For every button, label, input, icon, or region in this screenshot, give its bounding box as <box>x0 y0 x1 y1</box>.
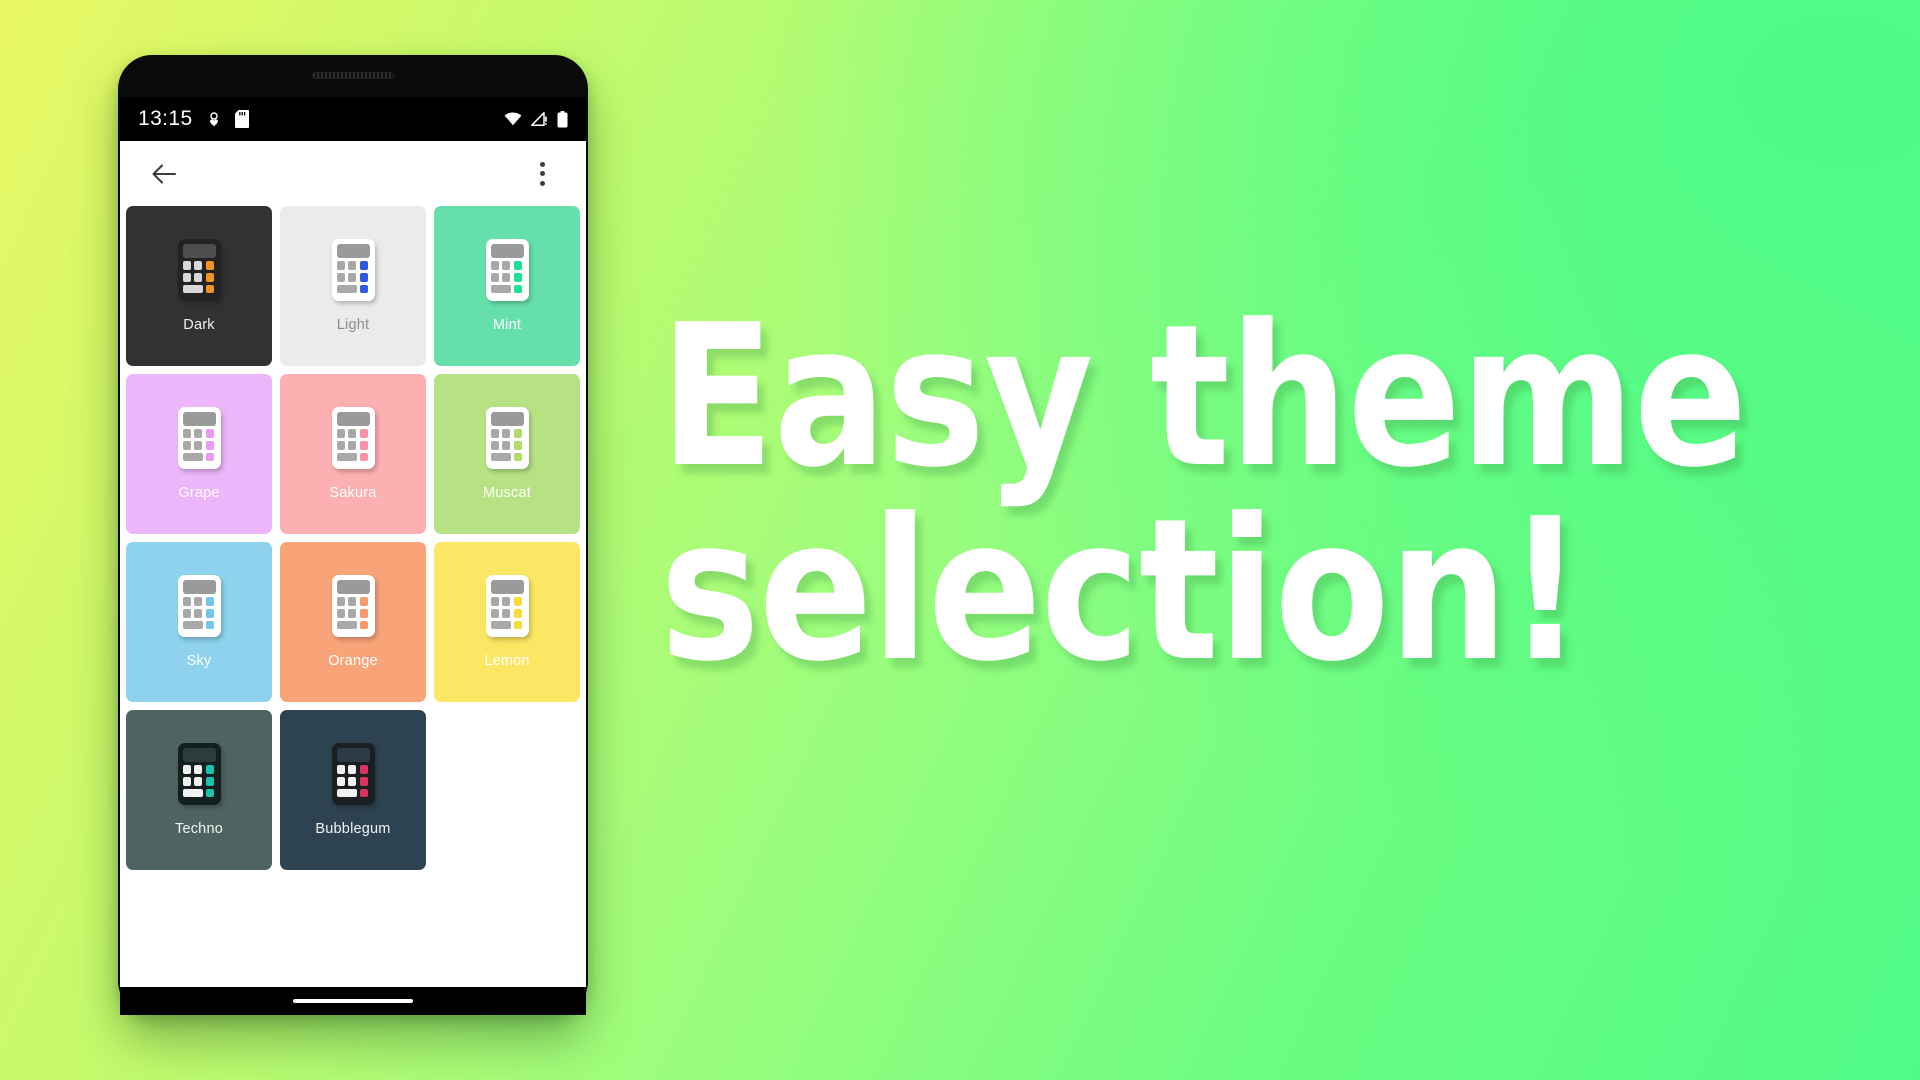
battery-full-icon <box>557 110 568 127</box>
theme-tile-sky[interactable]: Sky <box>126 542 272 702</box>
phone-screen: 13:15 Dark Light Mint Grape Sakura Musca… <box>120 97 586 987</box>
sd-card-icon <box>234 110 249 128</box>
theme-tile-dark[interactable]: Dark <box>126 206 272 366</box>
arrow-left-icon <box>152 163 177 184</box>
theme-tile-techno[interactable]: Techno <box>126 710 272 870</box>
calculator-icon <box>177 407 221 469</box>
theme-tile-label: Lemon <box>484 653 530 669</box>
calculator-icon <box>485 575 529 637</box>
calculator-icon <box>177 575 221 637</box>
status-time: 13:15 <box>138 107 193 130</box>
calculator-icon <box>331 239 375 301</box>
theme-tile-lemon[interactable]: Lemon <box>434 542 580 702</box>
theme-tile-label: Sky <box>186 653 212 669</box>
overflow-menu-button[interactable] <box>522 154 562 194</box>
headline-text: Easy theme selection! <box>660 283 1747 706</box>
calculator-icon <box>331 575 375 637</box>
theme-tile-label: Sakura <box>329 485 377 501</box>
status-bar: 13:15 <box>120 97 586 141</box>
theme-tile-label: Mint <box>492 317 522 333</box>
phone-speaker-grille <box>312 72 394 79</box>
status-bar-left: 13:15 <box>138 107 249 131</box>
heart-circle-icon <box>209 112 218 127</box>
theme-tile-orange[interactable]: Orange <box>280 542 426 702</box>
cellular-signal-alert-icon <box>531 112 547 126</box>
theme-tile-mint[interactable]: Mint <box>434 206 580 366</box>
more-vertical-icon <box>539 180 545 186</box>
theme-tile-label: Orange <box>328 653 378 669</box>
calculator-icon <box>485 239 529 301</box>
theme-tile-bubblegum[interactable]: Bubblegum <box>280 710 426 870</box>
more-vertical-icon <box>539 161 545 167</box>
phone-mockup: 13:15 Dark Light Mint Grape Sakura Musca… <box>118 55 588 1015</box>
theme-tile-label: Muscat <box>483 485 531 501</box>
calculator-icon <box>331 407 375 469</box>
calculator-icon <box>485 407 529 469</box>
status-bar-right <box>504 110 568 128</box>
theme-grid: Dark Light Mint Grape Sakura Muscat Sky Orange L… <box>120 206 586 987</box>
theme-tile-light[interactable]: Light <box>280 206 426 366</box>
theme-tile-label: Bubblegum <box>315 821 391 837</box>
theme-tile-grape[interactable]: Grape <box>126 374 272 534</box>
theme-tile-label: Light <box>336 317 370 333</box>
theme-tile-label: Grape <box>178 485 220 501</box>
app-bar <box>120 141 586 206</box>
calculator-icon <box>331 743 375 805</box>
theme-tile-label: Dark <box>183 317 215 333</box>
back-button[interactable] <box>144 154 184 194</box>
calculator-icon <box>177 743 221 805</box>
theme-tile-sakura[interactable]: Sakura <box>280 374 426 534</box>
more-vertical-icon <box>539 171 545 176</box>
home-gesture-pill[interactable] <box>293 999 413 1003</box>
theme-tile-label: Techno <box>175 821 223 837</box>
wifi-icon <box>504 112 522 126</box>
gesture-navigation-bar <box>120 987 586 1015</box>
theme-tile-muscat[interactable]: Muscat <box>434 374 580 534</box>
calculator-icon <box>177 239 221 301</box>
